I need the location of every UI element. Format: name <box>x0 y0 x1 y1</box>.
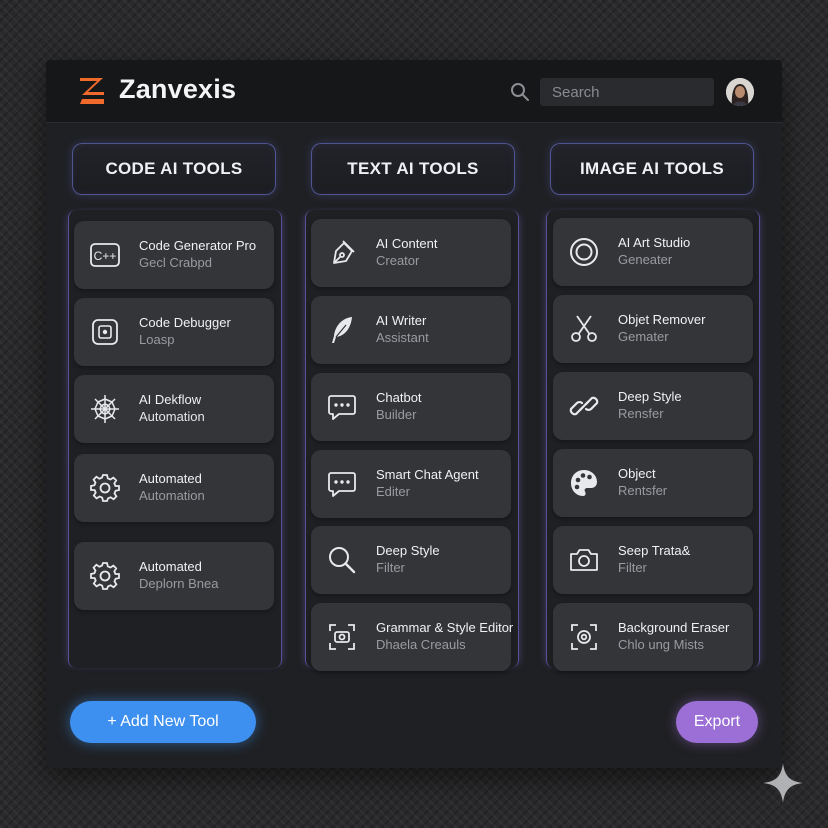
search-input[interactable] <box>540 78 714 106</box>
search-icon[interactable] <box>510 82 530 102</box>
tool-title: AI Content <box>376 236 438 251</box>
tool-title: Deep Style <box>618 389 682 404</box>
tool-title: Object <box>618 466 656 481</box>
link-icon <box>569 396 599 416</box>
tool-card-code-generator-pro[interactable]: C++ Code Generator Pro Gecl Crabpd <box>74 221 274 289</box>
tool-title: Code Generator Pro <box>139 238 257 253</box>
tool-title: Background Eraser <box>618 620 730 635</box>
tool-card-seep-trata[interactable]: Seep Trata& Filter <box>553 526 753 594</box>
tool-title: Objet Remover <box>618 312 706 327</box>
avatar[interactable] <box>726 78 754 106</box>
tool-card-grammar-style-editor[interactable]: Grammar & Style Editor Dhaela Creauls <box>311 603 514 671</box>
circle-icon <box>570 238 598 266</box>
debug-icon <box>92 319 118 345</box>
tool-card-code-debugger[interactable]: Code Debugger Loasp <box>74 298 274 366</box>
palette-icon <box>571 470 597 496</box>
tool-card-automated-deploy[interactable]: Automated Deplorn Bnea <box>74 542 274 610</box>
tool-subtitle: Rentsfer <box>618 483 668 498</box>
user-avatar-icon <box>726 78 754 106</box>
tool-card-ai-dekflow[interactable]: AI Dekflow Automation <box>74 375 274 443</box>
tool-subtitle: Automation <box>139 409 205 424</box>
brand-name: Zanvexis <box>119 74 237 104</box>
tool-card-ai-art-studio[interactable]: AI Art Studio Geneater <box>553 218 753 286</box>
scissors-icon <box>571 315 597 342</box>
sparkle-icon <box>763 763 803 803</box>
chat-icon <box>328 395 356 420</box>
tool-subtitle: Automation <box>139 488 205 503</box>
tool-card-chatbot[interactable]: Chatbot Builder <box>311 373 511 441</box>
column-header-text: TEXT AI TOOLS <box>311 143 515 195</box>
tool-title: Grammar & Style Editor <box>376 620 514 635</box>
tool-card-deep-style-transfer[interactable]: Deep Style Rensfer <box>553 372 753 440</box>
tool-subtitle: Gecl Crabpd <box>139 255 212 270</box>
svg-text:C++: C++ <box>94 249 117 263</box>
gear-icon <box>90 562 120 590</box>
export-button[interactable]: Export <box>676 701 758 743</box>
tool-title: Seep Trata& <box>618 543 691 558</box>
gear-icon <box>90 474 120 502</box>
tool-card-objet-remover[interactable]: Objet Remover Gemater <box>553 295 753 363</box>
tool-subtitle: Chlo ung Mists <box>618 637 704 652</box>
tool-subtitle: Loasp <box>139 332 175 347</box>
top-bar: Zanvexis <box>46 60 782 123</box>
tool-subtitle: Filter <box>618 560 647 575</box>
tool-card-automated[interactable]: Automated Automation <box>74 454 274 522</box>
tool-card-background-eraser[interactable]: Background Eraser Chlo ung Mists <box>553 603 753 671</box>
tool-subtitle: Gemater <box>618 329 669 344</box>
tool-subtitle: Filter <box>376 560 405 575</box>
tool-card-object-transfer[interactable]: Object Rentsfer <box>553 449 753 517</box>
pen-nib-icon <box>333 240 355 264</box>
tool-subtitle: Rensfer <box>618 406 664 421</box>
tool-title: Chatbot <box>376 390 422 405</box>
tool-card-ai-writer[interactable]: AI Writer Assistant <box>311 296 511 364</box>
feather-icon <box>332 317 352 343</box>
tool-title: AI Writer <box>376 313 427 328</box>
web-icon <box>91 395 119 423</box>
tool-title: Automated <box>139 559 202 574</box>
app-window: Zanvexis CODE AI TOOLS TEXT AI TOOLS IMA… <box>46 60 782 768</box>
tool-title: AI Art Studio <box>618 235 691 250</box>
tool-title: Automated <box>139 471 202 486</box>
column-header-image: IMAGE AI TOOLS <box>550 143 754 195</box>
logo-icon <box>80 78 104 104</box>
tool-title: Deep Style <box>376 543 440 558</box>
tool-card-ai-content[interactable]: AI Content Creator <box>311 219 511 287</box>
focus-camera-icon <box>571 624 597 650</box>
tool-subtitle: Assistant <box>376 330 429 345</box>
tool-subtitle: Dhaela Creauls <box>376 637 466 652</box>
tool-title: Code Debugger <box>139 315 231 330</box>
tool-subtitle: Creator <box>376 253 420 268</box>
tool-subtitle: Builder <box>376 407 417 422</box>
chat-icon <box>328 472 356 497</box>
column-header-code: CODE AI TOOLS <box>72 143 276 195</box>
scan-icon <box>329 624 355 650</box>
add-new-tool-button[interactable]: + Add New Tool <box>70 701 256 743</box>
tool-subtitle: Geneater <box>618 252 673 267</box>
tool-card-deep-style-filter[interactable]: Deep Style Filter <box>311 526 511 594</box>
tool-card-smart-chat-agent[interactable]: Smart Chat Agent Editer <box>311 450 511 518</box>
cpp-icon: C++ <box>90 243 120 267</box>
magnifier-icon <box>329 547 356 574</box>
camera-icon <box>570 549 598 571</box>
tool-title: AI Dekflow <box>139 392 202 407</box>
tool-subtitle: Deplorn Bnea <box>139 576 219 591</box>
tool-subtitle: Editer <box>376 484 410 499</box>
tool-title: Smart Chat Agent <box>376 467 479 482</box>
